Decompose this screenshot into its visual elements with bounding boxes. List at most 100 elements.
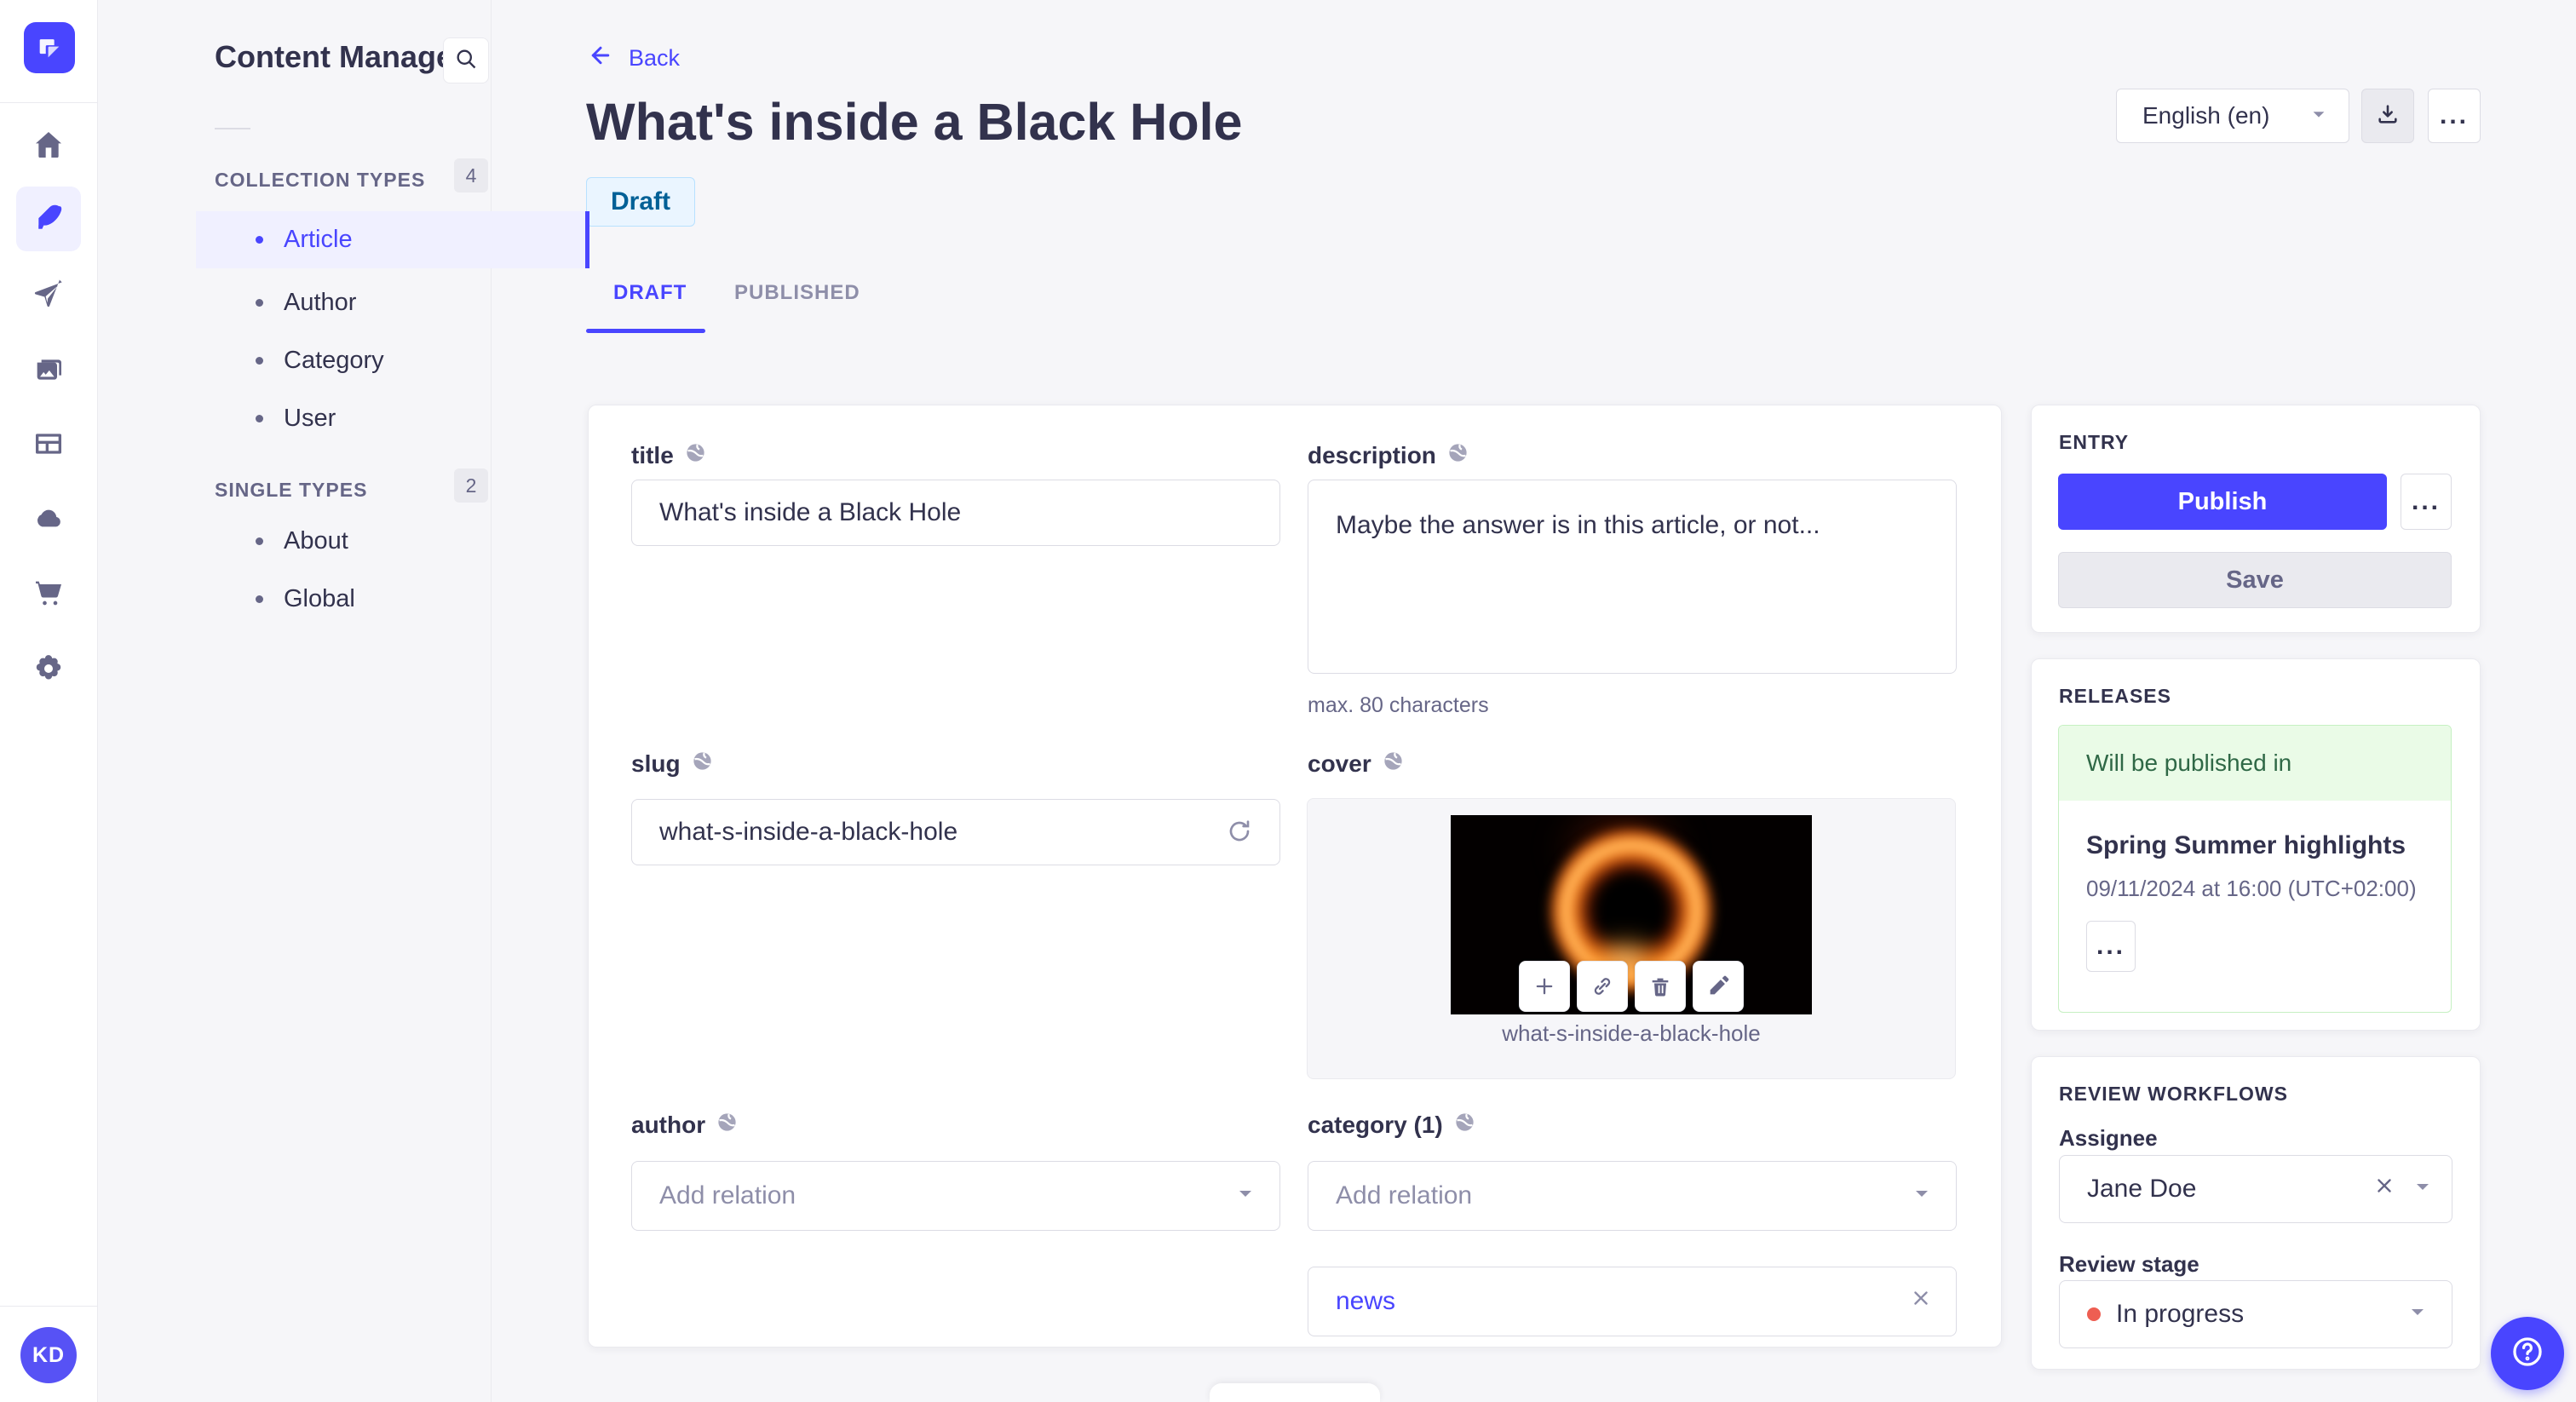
user-avatar[interactable]: KD xyxy=(20,1327,77,1383)
subnav-separator xyxy=(215,128,250,129)
page-title: What's inside a Black Hole xyxy=(586,93,1243,151)
section-collection-types: COLLECTION TYPES xyxy=(215,169,426,191)
sidebar-item-about[interactable]: About xyxy=(196,513,589,570)
sidebar-item-label: Article xyxy=(284,226,353,253)
assignee-combobox[interactable]: Jane Doe xyxy=(2059,1155,2452,1223)
tab-published[interactable]: PUBLISHED xyxy=(734,281,860,305)
locale-value: English (en) xyxy=(2142,102,2270,129)
edit-media-button[interactable] xyxy=(1693,961,1744,1012)
settings-gear-icon[interactable] xyxy=(30,650,67,687)
stage-status-dot xyxy=(2087,1307,2101,1321)
category-field-label: category (1) xyxy=(1308,1111,1476,1140)
label-text: cover xyxy=(1308,750,1371,777)
release-date: 09/11/2024 at 16:00 (UTC+02:00) xyxy=(2086,876,2417,901)
review-stage-combobox[interactable]: In progress xyxy=(2059,1280,2452,1348)
bullet-icon xyxy=(256,537,263,545)
category-relation-combobox[interactable]: Add relation xyxy=(1308,1161,1957,1231)
media-library-icon[interactable] xyxy=(30,351,67,388)
content-manager-feather-icon[interactable] xyxy=(16,187,81,251)
releases-heading: RELEASES xyxy=(2059,685,2171,707)
chevron-down-icon xyxy=(1912,1181,1932,1210)
sidebar-item-category[interactable]: Category xyxy=(196,332,589,389)
content-manager-subnav: Content Manager COLLECTION TYPES 4 Artic… xyxy=(98,0,589,1402)
search-icon xyxy=(454,47,478,75)
content-type-builder-icon[interactable] xyxy=(30,425,67,463)
subnav-title: Content Manager xyxy=(215,39,466,74)
collection-types-count-badge: 4 xyxy=(454,158,488,192)
label-text: author xyxy=(631,1112,706,1138)
remove-relation-icon[interactable] xyxy=(1910,1287,1932,1316)
main-nav-rail: KD xyxy=(0,0,98,1402)
review-workflows-heading: REVIEW WORKFLOWS xyxy=(2059,1083,2288,1105)
sidebar-item-article[interactable]: Article xyxy=(196,211,589,268)
home-icon[interactable] xyxy=(30,126,67,164)
cover-field-label: cover xyxy=(1308,750,1405,779)
slug-field-label: slug xyxy=(631,750,714,779)
download-icon xyxy=(2376,102,2400,130)
bullet-icon xyxy=(256,595,263,603)
i18n-globe-icon xyxy=(1382,750,1405,779)
sidebar-item-user[interactable]: User xyxy=(196,390,589,447)
help-button[interactable] xyxy=(2491,1317,2564,1390)
locale-select[interactable]: English (en) xyxy=(2116,89,2349,143)
relation-link[interactable]: news xyxy=(1336,1287,1395,1316)
releases-paper-plane-icon[interactable] xyxy=(30,277,67,314)
cloud-icon[interactable] xyxy=(30,501,67,538)
description-helper: max. 80 characters xyxy=(1308,693,1489,717)
entry-more-button[interactable]: ... xyxy=(2401,474,2452,530)
single-types-count-badge: 2 xyxy=(454,468,488,503)
add-media-button[interactable] xyxy=(1519,961,1570,1012)
cover-caption: what-s-inside-a-black-hole xyxy=(1502,1020,1761,1046)
strapi-logo[interactable] xyxy=(24,22,75,73)
release-card: Will be published in Spring Summer highl… xyxy=(2058,725,2452,1013)
chevron-down-icon xyxy=(2412,1175,2433,1204)
clear-assignee-icon[interactable] xyxy=(2373,1175,2395,1204)
tab-draft[interactable]: DRAFT xyxy=(613,281,687,305)
review-stage-label: Review stage xyxy=(2059,1251,2199,1277)
sidebar-item-global[interactable]: Global xyxy=(196,571,589,628)
marketplace-cart-icon[interactable] xyxy=(30,574,67,612)
download-button[interactable] xyxy=(2361,89,2414,143)
publish-button[interactable]: Publish xyxy=(2058,474,2387,530)
sidebar-item-label: Category xyxy=(284,347,384,374)
description-field-label: description xyxy=(1308,441,1469,470)
title-field-label: title xyxy=(631,441,707,470)
sidebar-item-label: User xyxy=(284,405,336,432)
label-text: title xyxy=(631,442,674,468)
chevron-down-icon xyxy=(2309,102,2328,129)
bullet-icon xyxy=(256,236,263,244)
assignee-value: Jane Doe xyxy=(2087,1175,2197,1203)
delete-media-button[interactable] xyxy=(1635,961,1686,1012)
slug-input[interactable] xyxy=(631,799,1280,865)
header-more-button[interactable]: ... xyxy=(2428,89,2481,143)
regenerate-slug-icon[interactable] xyxy=(1226,818,1253,849)
copy-link-button[interactable] xyxy=(1577,961,1628,1012)
search-button[interactable] xyxy=(443,37,489,83)
release-status-text: Will be published in xyxy=(2086,750,2292,776)
back-label: Back xyxy=(629,45,681,71)
stage-value: In progress xyxy=(2116,1300,2245,1328)
i18n-globe-icon xyxy=(1446,441,1469,470)
label-text: category (1) xyxy=(1308,1112,1443,1138)
author-field-label: author xyxy=(631,1111,739,1140)
sidebar-item-author[interactable]: Author xyxy=(196,274,589,331)
review-workflows-panel: REVIEW WORKFLOWS Assignee Jane Doe Revie… xyxy=(2031,1056,2481,1370)
i18n-globe-icon xyxy=(691,750,714,779)
save-button[interactable]: Save xyxy=(2058,552,2452,608)
release-more-button[interactable]: ... xyxy=(2086,921,2136,972)
title-input[interactable] xyxy=(631,480,1280,546)
sidebar-item-label: Global xyxy=(284,585,355,612)
i18n-globe-icon xyxy=(1453,1111,1476,1140)
description-textarea[interactable]: Maybe the answer is in this article, or … xyxy=(1308,480,1957,674)
release-name[interactable]: Spring Summer highlights xyxy=(2086,831,2424,860)
status-badge: Draft xyxy=(586,177,696,227)
back-link[interactable]: Back xyxy=(588,43,680,74)
section-single-types: SINGLE TYPES xyxy=(215,479,368,501)
bullet-icon xyxy=(256,299,263,307)
i18n-globe-icon xyxy=(684,441,707,470)
i18n-globe-icon xyxy=(716,1111,739,1140)
chevron-down-icon xyxy=(2407,1300,2428,1329)
author-relation-combobox[interactable]: Add relation xyxy=(631,1161,1280,1231)
category-relation-item: news xyxy=(1308,1267,1957,1336)
bullet-icon xyxy=(256,415,263,422)
